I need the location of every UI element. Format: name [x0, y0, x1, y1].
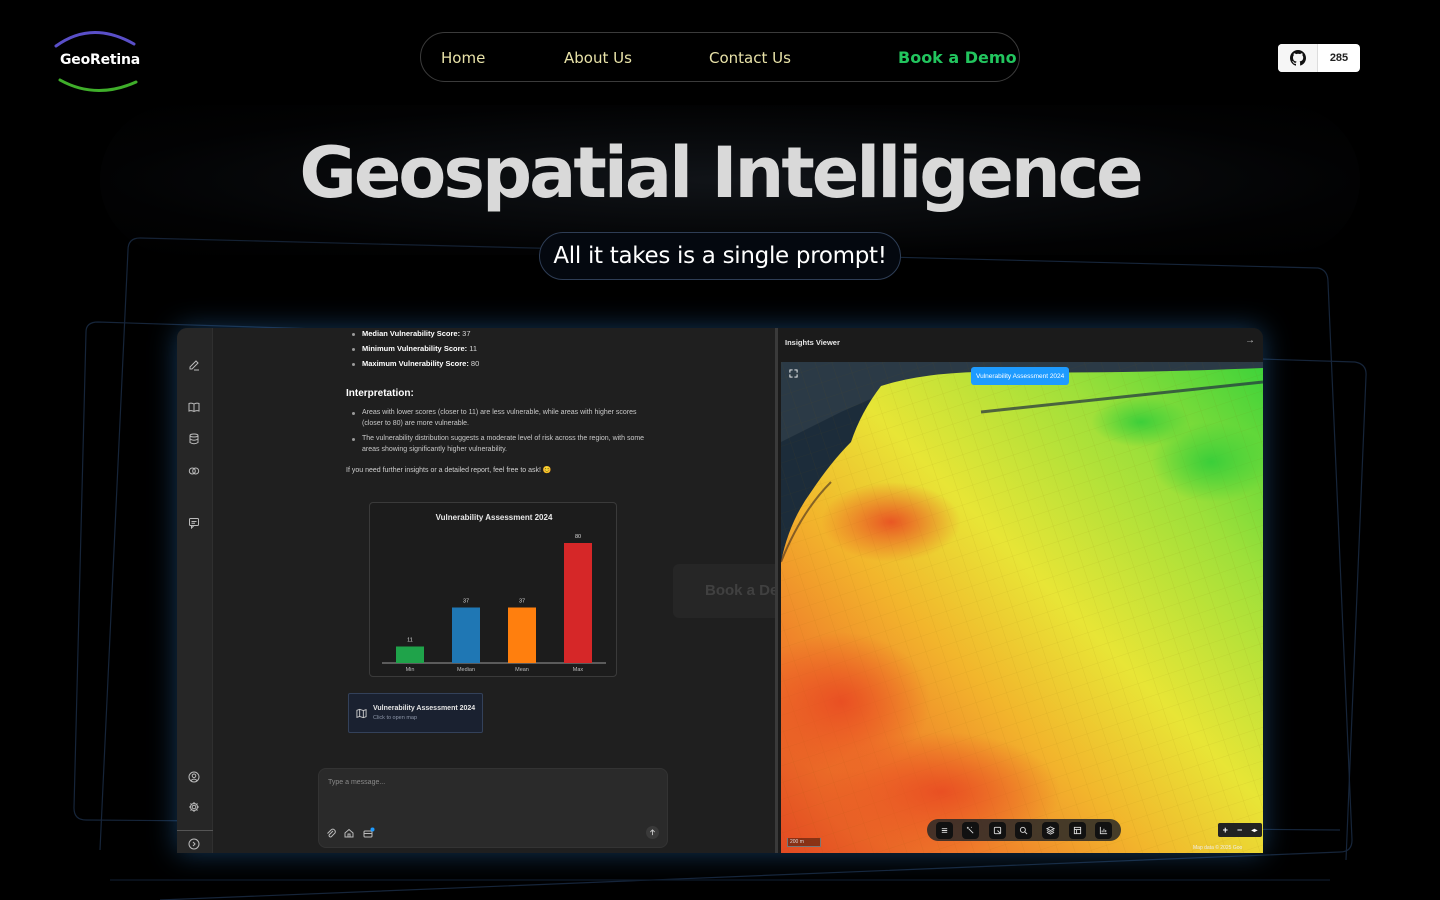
map-scale: 200 m: [787, 838, 821, 847]
zoom-in-icon[interactable]: +: [1223, 825, 1228, 835]
median-score-label: Median Vulnerability Score:: [362, 329, 461, 338]
interpretation-point: The vulnerability distribution suggests …: [362, 435, 645, 453]
chat-panel: Median Vulnerability Score: 37 Minimum V…: [213, 328, 801, 853]
chart-tick-label: Min: [406, 667, 415, 673]
nav-home-link[interactable]: Home: [441, 49, 485, 67]
chart-bar-max: [564, 543, 592, 663]
zoom-controls[interactable]: + − ◂▸: [1218, 823, 1262, 837]
user-profile-icon[interactable]: [186, 769, 202, 785]
compass-icon[interactable]: ◂▸: [1251, 827, 1257, 834]
search-icon[interactable]: [1015, 821, 1033, 839]
map-icon: [356, 708, 367, 719]
attach-paperclip-icon[interactable]: [325, 827, 337, 839]
database-icon[interactable]: [186, 431, 202, 447]
settings-gear-icon[interactable]: [186, 799, 202, 815]
chart-data-label: 37: [519, 599, 525, 605]
new-chat-icon[interactable]: [186, 357, 202, 373]
minimum-score-value: 11: [467, 344, 478, 353]
chart-bar-min: [396, 646, 424, 663]
maximum-score-line: Maximum Vulnerability Score: 80: [362, 359, 479, 368]
minimum-score-label: Minimum Vulnerability Score:: [362, 344, 468, 353]
sidebar-separator: [177, 830, 213, 831]
book-demo-link[interactable]: Book a Demo: [898, 48, 1017, 67]
closing-message: If you need further insights or a detail…: [346, 467, 552, 474]
interpretation-heading: Interpretation:: [346, 388, 414, 399]
bullet-dot: [352, 363, 355, 366]
vulnerability-chart: Vulnerability Assessment 2024 11 Min 37 Med…: [369, 502, 617, 677]
vulnerability-map[interactable]: Vulnerability Assessment 2024 + − ◂▸ 200…: [781, 362, 1263, 853]
bar-chart-icon[interactable]: [1095, 821, 1113, 839]
github-icon: [1278, 44, 1318, 72]
draw-region-icon[interactable]: [988, 821, 1006, 839]
bar-chart-svg: 11 Min 37 Median 37 Mean 80 Max: [382, 534, 606, 673]
map-attribution: Map data © 2025 Goo: [1193, 845, 1243, 851]
github-stars-button[interactable]: 285: [1278, 44, 1360, 72]
link-rings-icon[interactable]: [186, 463, 202, 479]
bullet-dot: [352, 412, 355, 415]
map-toolbar: [927, 819, 1121, 841]
chart-tick-label: Mean: [515, 667, 529, 673]
bullet-dot: [352, 348, 355, 351]
maximum-score-label: Maximum Vulnerability Score:: [362, 359, 469, 368]
interpretation-point: Areas with lower scores (closer to 11) a…: [362, 409, 637, 427]
chart-bar-mean: [508, 607, 536, 663]
book-icon[interactable]: [186, 399, 202, 415]
menu-icon[interactable]: [935, 821, 953, 839]
bullet-dot: [352, 333, 355, 336]
layers-icon[interactable]: [1042, 821, 1060, 839]
bullet-dot: [352, 438, 355, 441]
message-placeholder[interactable]: Type a message...: [328, 779, 385, 786]
map-layer-badge: Vulnerability Assessment 2024: [971, 367, 1070, 385]
nav-about-link[interactable]: About Us: [564, 49, 632, 67]
maximum-score-value: 80: [468, 359, 480, 368]
zoom-out-icon[interactable]: −: [1237, 825, 1242, 835]
open-map-card[interactable]: Vulnerability Assessment 2024 Click to o…: [348, 693, 483, 733]
hero-title: Geospatial Intelligence: [299, 132, 1143, 214]
arrow-up-icon: [650, 829, 655, 836]
heatmap-terrain: [781, 362, 1263, 853]
map-card-subtitle: Click to open map: [373, 715, 418, 721]
chart-tick-label: Median: [457, 667, 475, 673]
georetina-logo[interactable]: GeoRetina: [52, 26, 140, 96]
dataset-badge-icon[interactable]: [363, 827, 375, 839]
chart-tick-label: Max: [573, 667, 584, 673]
brand-name: GeoRetina: [60, 52, 140, 68]
table-icon[interactable]: [1068, 821, 1086, 839]
close-viewer-arrow-icon[interactable]: →: [1245, 335, 1255, 346]
chart-data-label: 80: [575, 534, 581, 540]
fullscreen-icon[interactable]: [787, 367, 799, 379]
message-composer[interactable]: Type a message...: [318, 768, 668, 848]
main-nav: Home About Us Contact Us Book a Demo: [420, 32, 1020, 82]
expand-sidebar-icon[interactable]: [186, 836, 202, 852]
map-card-title: Vulnerability Assessment 2024: [373, 705, 476, 712]
home-location-icon[interactable]: [343, 827, 355, 839]
minimum-score-line: Minimum Vulnerability Score: 11: [362, 344, 477, 353]
app-sidebar: [177, 328, 213, 853]
app-preview: Median Vulnerability Score: 37 Minimum V…: [177, 328, 1263, 853]
magic-select-icon[interactable]: [962, 821, 980, 839]
median-score-value: 37: [460, 329, 471, 338]
chart-data-label: 11: [407, 638, 413, 644]
send-button[interactable]: [646, 826, 659, 839]
chat-icon[interactable]: [186, 515, 202, 531]
median-score-line: Median Vulnerability Score: 37: [362, 329, 471, 338]
chart-data-label: 37: [463, 599, 469, 605]
hero-subtitle-pill: All it takes is a single prompt!: [539, 232, 901, 280]
nav-contact-link[interactable]: Contact Us: [709, 49, 791, 67]
viewer-title: Insights Viewer: [785, 338, 840, 347]
insights-viewer: Insights Viewer → Vulnerability Assessme…: [778, 328, 1263, 853]
github-star-count: 285: [1329, 52, 1349, 64]
chart-bar-median: [452, 607, 480, 663]
